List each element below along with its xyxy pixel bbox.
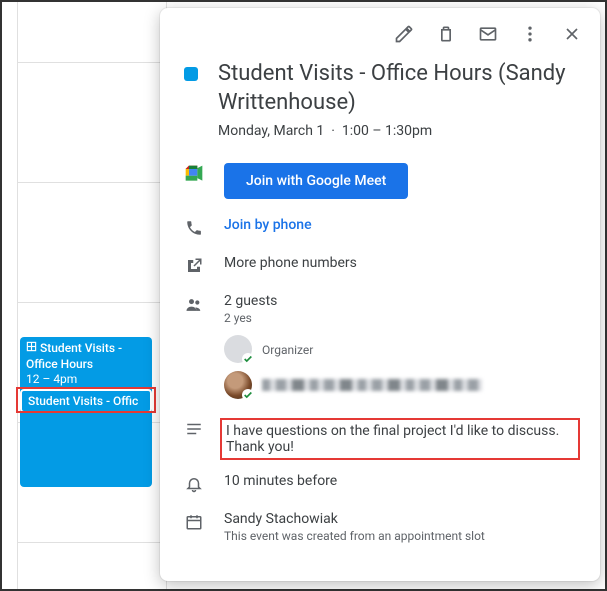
- join-phone-link[interactable]: Join by phone: [224, 217, 312, 233]
- popover-toolbar: [160, 8, 600, 52]
- organizer-label: Organizer: [262, 343, 313, 357]
- guest-yes-count: 2 yes: [224, 311, 580, 325]
- calendar-event-chip[interactable]: Student Visits - Offic: [20, 389, 152, 413]
- event-title: Student Visits - Office Hours (Sandy Wri…: [218, 60, 580, 117]
- event-chip-title: Student Visits - Offic: [28, 394, 138, 408]
- meet-icon: [184, 165, 204, 183]
- email-button[interactable]: [470, 16, 506, 52]
- event-description: I have questions on the final project I'…: [226, 423, 559, 455]
- slot-note: This event was created from an appointme…: [224, 529, 580, 543]
- edit-button[interactable]: [386, 16, 422, 52]
- guest-organizer[interactable]: Organizer: [224, 333, 580, 365]
- guest-email-redacted: [262, 379, 482, 391]
- event-details-popover: Student Visits - Office Hours (Sandy Wri…: [160, 8, 600, 581]
- external-link-icon: [184, 257, 204, 275]
- event-block-title: Student Visits - Office Hours: [26, 341, 122, 371]
- join-meet-button[interactable]: Join with Google Meet: [224, 163, 408, 199]
- calendar-icon: [184, 513, 204, 531]
- guest-count: 2 guests: [224, 293, 580, 309]
- delete-button[interactable]: [428, 16, 464, 52]
- appointment-slot-icon: [26, 341, 37, 357]
- more-phone-numbers[interactable]: More phone numbers: [224, 255, 580, 271]
- guests-icon: [184, 295, 204, 315]
- avatar: [224, 335, 252, 363]
- description-icon: [184, 420, 204, 438]
- event-color-chip: [184, 67, 198, 81]
- event-block-time: 12 – 4pm: [26, 372, 146, 388]
- guest-attendee[interactable]: [224, 369, 580, 401]
- notification-icon: [184, 475, 204, 493]
- phone-icon: [184, 219, 204, 237]
- event-datetime: Monday, March 1 · 1:00 – 1:30pm: [218, 123, 580, 139]
- avatar: [224, 371, 252, 399]
- reminder-text: 10 minutes before: [224, 473, 580, 489]
- options-button[interactable]: [512, 16, 548, 52]
- close-button[interactable]: [554, 16, 590, 52]
- description-highlight: I have questions on the final project I'…: [220, 418, 580, 460]
- calendar-day-column[interactable]: Student Visits - Office Hours 12 – 4pm S…: [2, 2, 167, 589]
- creator-name: Sandy Stachowiak: [224, 511, 580, 527]
